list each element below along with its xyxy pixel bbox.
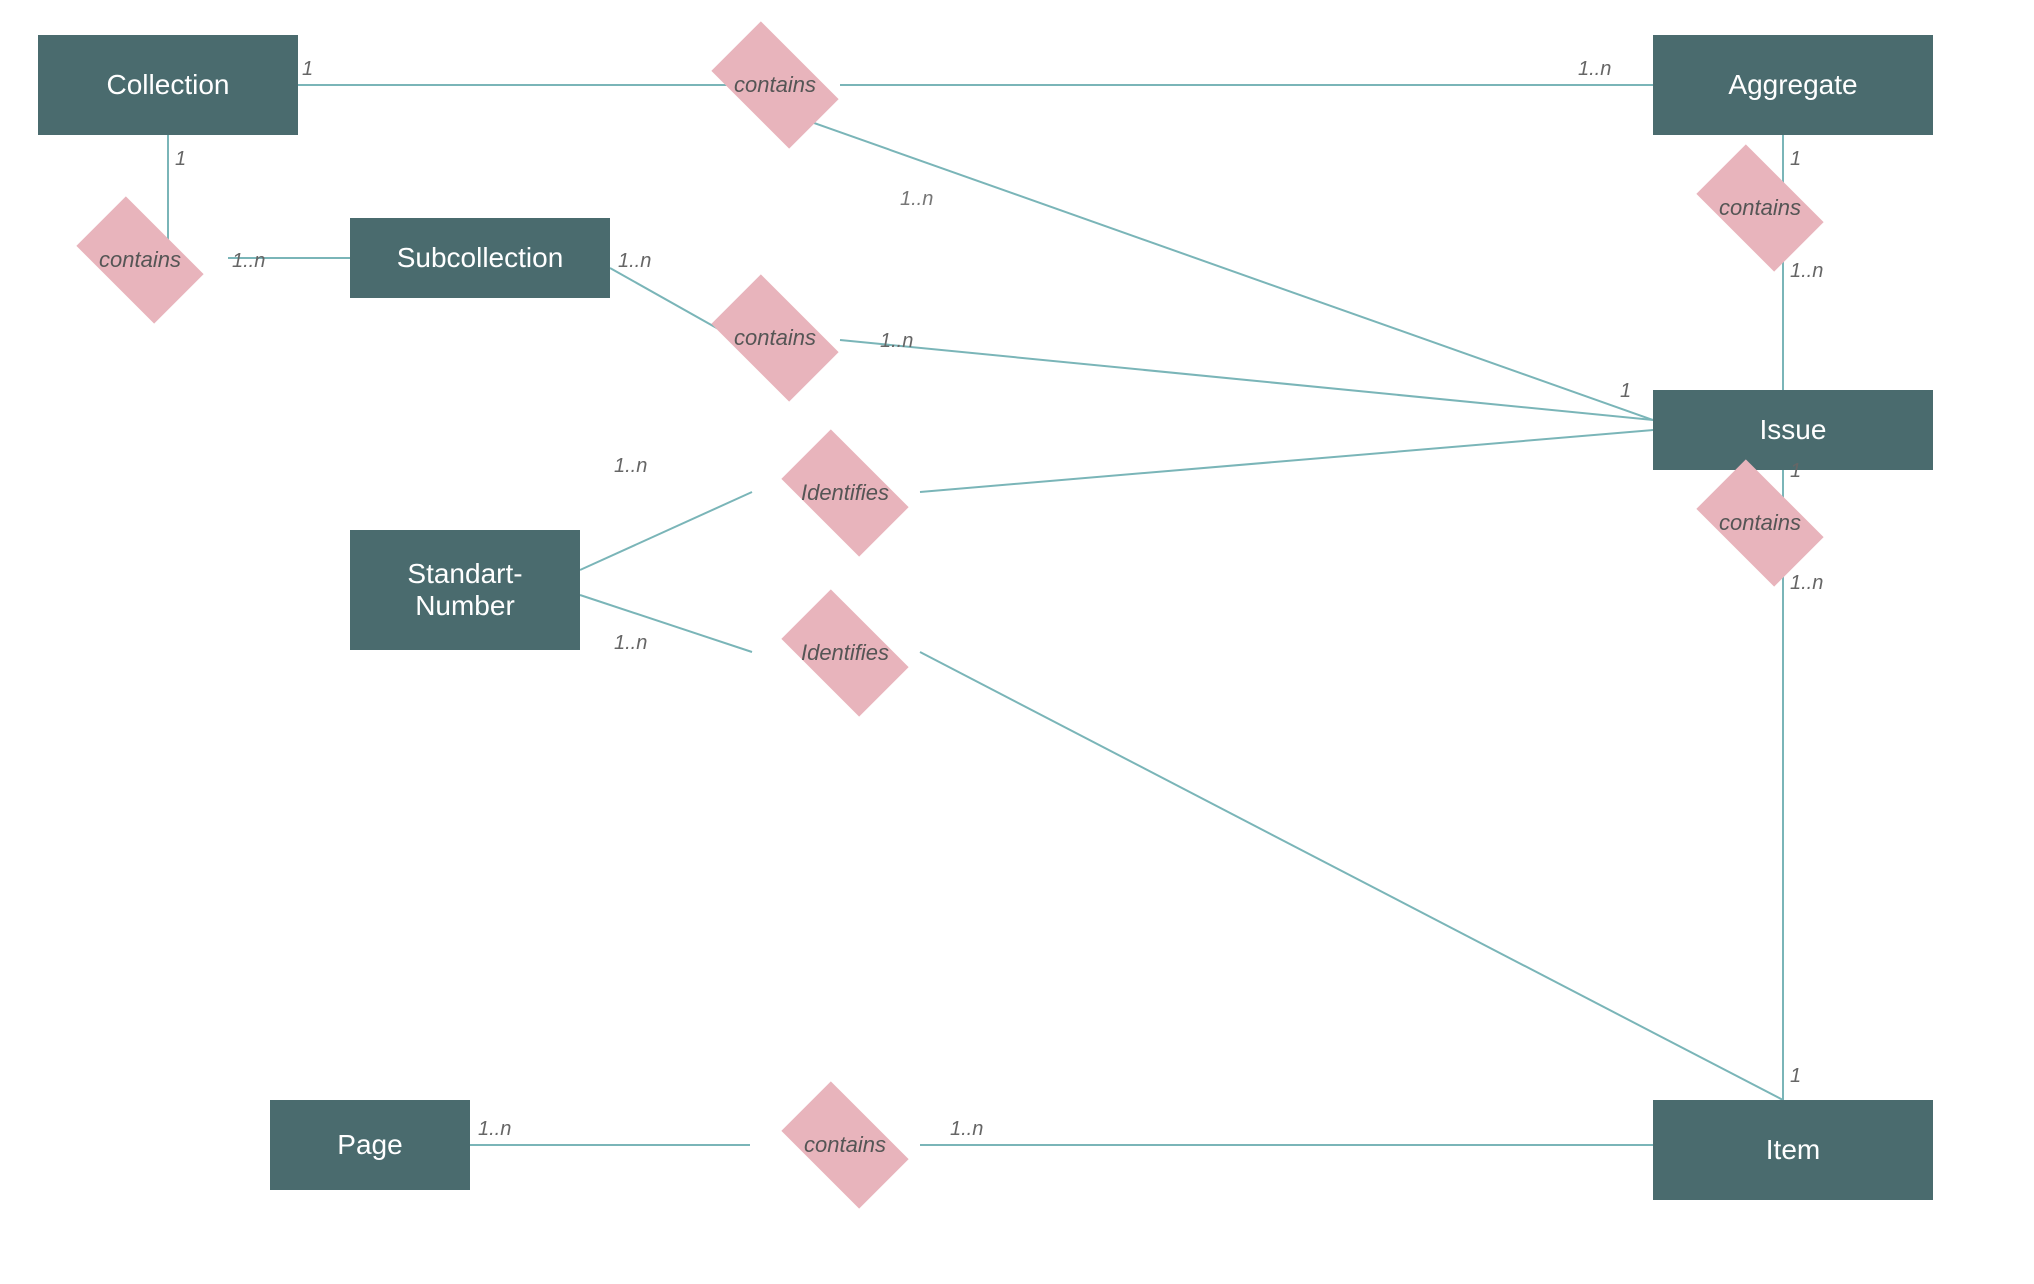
entity-page: Page	[270, 1100, 470, 1190]
diamond-identifies-top: Identifies	[755, 450, 935, 535]
diamond-contains-bottom: contains	[755, 1100, 935, 1190]
card-4: 1..n	[232, 250, 265, 273]
card-6: 1..n	[1790, 260, 1823, 283]
card-9: 1..n	[900, 188, 933, 211]
entity-item: Item	[1653, 1100, 1933, 1200]
entity-aggregate: Aggregate	[1653, 35, 1933, 135]
card-3: 1	[175, 148, 186, 171]
card-10: 1	[1620, 380, 1631, 403]
card-11: 1	[1790, 460, 1801, 483]
card-16: 1..n	[478, 1118, 511, 1141]
card-7: 1..n	[618, 250, 651, 273]
diamond-contains-left: contains	[60, 220, 220, 300]
card-2: 1..n	[1578, 58, 1611, 81]
card-1: 1	[302, 58, 313, 81]
card-17: 1..n	[950, 1118, 983, 1141]
card-5: 1	[1790, 148, 1801, 171]
diamond-contains-right: contains	[1680, 168, 1840, 248]
card-8: 1..n	[880, 330, 913, 353]
card-14: 1..n	[614, 632, 647, 655]
diamond-contains-mid: contains	[695, 295, 855, 380]
entity-collection: Collection	[38, 35, 298, 135]
card-12: 1..n	[1790, 572, 1823, 595]
card-13: 1..n	[614, 455, 647, 478]
diamond-identifies-bot: Identifies	[755, 610, 935, 695]
card-15: 1	[1790, 1065, 1801, 1088]
entity-subcollection: Subcollection	[350, 218, 610, 298]
entity-standart-number: Standart- Number	[350, 530, 580, 650]
diamond-contains-top: contains	[695, 42, 855, 127]
diagram-container: Collection Aggregate Subcollection Issue…	[0, 0, 2034, 1284]
diamond-contains-issue: contains	[1680, 483, 1840, 563]
entity-issue: Issue	[1653, 390, 1933, 470]
